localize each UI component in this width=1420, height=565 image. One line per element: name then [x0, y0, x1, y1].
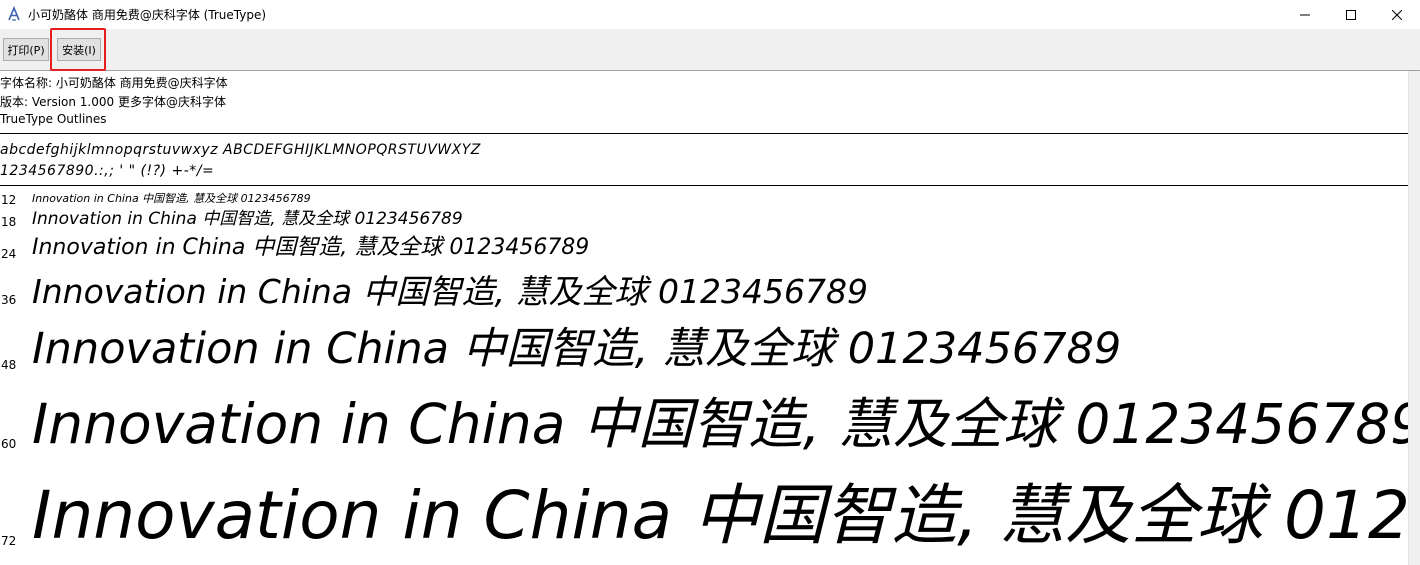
minimize-icon: [1300, 14, 1310, 15]
minimize-button[interactable]: [1282, 0, 1328, 29]
font-viewer-window: 小可奶酪体 商用免费@庆科字体 (TrueType) 打印(P) 安装(I) 字…: [0, 0, 1420, 565]
size-label: 60: [1, 437, 17, 451]
close-icon: [1392, 9, 1402, 20]
size-label: 24: [1, 247, 17, 261]
charset-symbols: 1234567890.:,; ' " (!?) +-*/=: [0, 163, 215, 179]
title-bar[interactable]: 小可奶酪体 商用免费@庆科字体 (TrueType): [0, 0, 1420, 29]
sample-text: Innovation in China 中国智造, 慧及全球 012345678…: [32, 324, 1122, 374]
maximize-button[interactable]: [1328, 0, 1374, 29]
font-name-line: 字体名称: 小可奶酪体 商用免费@庆科字体: [0, 76, 228, 90]
font-preview-area: 字体名称: 小可奶酪体 商用免费@庆科字体 版本: Version 1.000 …: [0, 71, 1408, 565]
size-label: 18: [1, 215, 17, 229]
install-highlight-box: [50, 28, 106, 71]
window-title: 小可奶酪体 商用免费@庆科字体 (TrueType): [28, 8, 267, 22]
close-button[interactable]: [1374, 0, 1420, 29]
size-label: 72: [1, 534, 17, 548]
sample-text: Innovation in China 中国智造, 慧及全球 012345678…: [32, 192, 311, 205]
font-outline-line: TrueType Outlines: [0, 112, 107, 126]
vertical-scrollbar[interactable]: [1408, 71, 1420, 565]
print-button[interactable]: 打印(P): [3, 38, 49, 61]
sample-text: Innovation in China 中国智造, 慧及全球 012345678…: [32, 235, 590, 260]
toolbar: 打印(P) 安装(I): [0, 29, 1420, 71]
sample-text: Innovation in China 中国智造, 慧及全球 012345678…: [32, 477, 1408, 554]
font-a-icon: [8, 6, 20, 21]
size-label: 12: [1, 193, 17, 207]
charset-letters: abcdefghijklmnopqrstuvwxyz ABCDEFGHIJKLM…: [0, 142, 481, 158]
sample-text: Innovation in China 中国智造, 慧及全球 012345678…: [32, 272, 868, 311]
maximize-icon: [1346, 9, 1356, 20]
sample-text: Innovation in China 中国智造, 慧及全球 012345678…: [32, 209, 463, 229]
sample-text: Innovation in China 中国智造, 慧及全球 012345678…: [32, 392, 1408, 456]
divider-bottom: [0, 185, 1408, 186]
divider-top: [0, 133, 1408, 134]
size-label: 48: [1, 358, 17, 372]
size-label: 36: [1, 293, 17, 307]
font-version-line: 版本: Version 1.000 更多字体@庆科字体: [0, 95, 226, 109]
